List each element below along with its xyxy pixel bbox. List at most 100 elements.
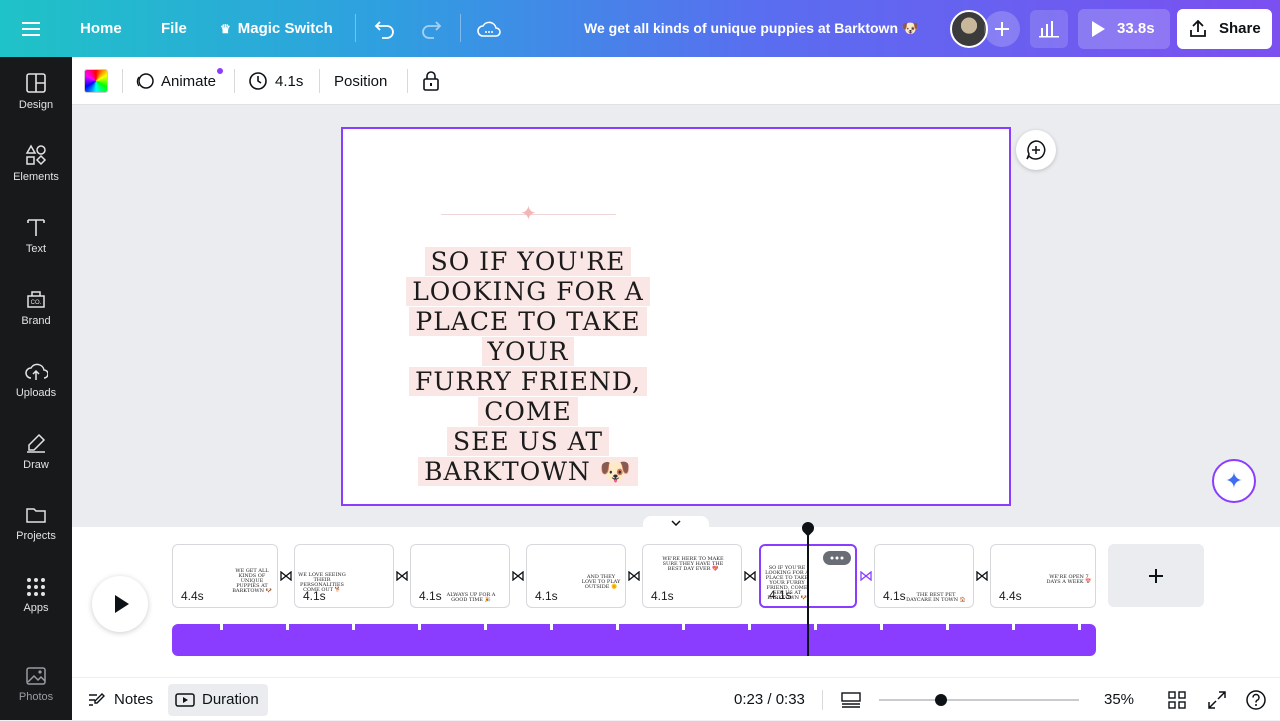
sidebar-item-projects[interactable]: Projects [0, 493, 72, 553]
toolbar-divider [234, 69, 235, 93]
timeline-page-thumbnail[interactable]: WE LOVE SEEING THEIR PERSONALITIES COME … [294, 544, 394, 608]
transition-icon[interactable] [743, 569, 757, 583]
add-page-button[interactable] [1108, 544, 1204, 607]
design-icon [26, 72, 46, 93]
slide-text-line: FURRY FRIEND, COME [408, 367, 647, 426]
transition-icon[interactable] [627, 569, 641, 583]
sidebar-item-photos[interactable]: Photos [0, 654, 72, 714]
slide-heading[interactable]: SO IF YOU'RE LOOKING FOR A PLACE TO TAKE… [373, 247, 683, 487]
avatar[interactable] [950, 0, 988, 57]
top-bar: Home File ♛ Magic Switch We get all kind… [0, 0, 1280, 57]
transition-icon[interactable] [511, 569, 525, 583]
timeline-page-thumbnail[interactable]: WE'RE OPEN 7 DAYS A WEEK 📅 4.4s [990, 544, 1096, 608]
timeline-page-thumbnail[interactable]: WE'RE HERE TO MAKE SURE THEY HAVE THE BE… [642, 544, 742, 608]
timeline-page-thumbnail[interactable]: ALWAYS UP FOR A GOOD TIME 🎉 4.1s [410, 544, 510, 608]
elements-icon [25, 143, 47, 165]
transition-icon[interactable] [395, 569, 409, 583]
present-duration: 33.8s [1117, 20, 1155, 37]
zoom-slider[interactable] [879, 678, 1079, 721]
sidebar-item-draw[interactable]: Draw [0, 421, 72, 481]
sidebar-item-label: Photos [18, 690, 54, 703]
chevron-down-icon [671, 520, 681, 526]
home-button[interactable]: Home [80, 0, 122, 57]
page-preview-text: THE BEST PET DAYCARE IN TOWN 🏠 [906, 592, 966, 603]
page-preview-text: ALWAYS UP FOR A GOOD TIME 🎉 [446, 592, 496, 603]
menu-icon[interactable] [22, 0, 42, 57]
insights-button[interactable] [1030, 0, 1068, 57]
duration-toggle-button[interactable]: Duration [168, 678, 268, 721]
present-button[interactable]: 33.8s [1078, 0, 1170, 57]
plus-icon [1149, 568, 1163, 583]
animate-button[interactable]: Animate [135, 57, 223, 105]
timeline-track-bar[interactable] [172, 624, 1096, 656]
help-icon[interactable] [1245, 678, 1267, 721]
grid-view-icon[interactable] [1168, 678, 1186, 721]
position-button[interactable]: Position [334, 57, 387, 105]
zoom-slider-thumb[interactable] [935, 694, 947, 706]
notes-icon [89, 692, 105, 706]
timeline-page-thumbnail[interactable]: THE BEST PET DAYCARE IN TOWN 🏠 4.1s [874, 544, 974, 608]
track-tick-marks [172, 624, 1096, 630]
page-preview-text: WE'RE HERE TO MAKE SURE THEY HAVE THE BE… [662, 556, 724, 572]
color-picker-button[interactable] [84, 57, 108, 105]
slide-text-line: SEE US AT [446, 427, 610, 456]
sidebar-item-label: Brand [21, 314, 51, 327]
sidebar-item-label: Uploads [15, 386, 57, 399]
page-preview-text: AND THEY LOVE TO PLAY OUTSIDE 🌞 [581, 574, 621, 590]
timing-button[interactable]: 4.1s [248, 57, 303, 105]
sidebar-item-uploads[interactable]: Uploads [0, 349, 72, 409]
notes-button[interactable]: Notes [88, 678, 153, 721]
transition-icon[interactable] [859, 569, 873, 583]
magic-switch-button[interactable]: ♛ Magic Switch [220, 0, 333, 57]
sidebar-item-design[interactable]: Design [0, 61, 72, 121]
magic-assistant-button[interactable]: ✦ [1212, 459, 1256, 503]
animate-label: Animate [161, 72, 217, 90]
sidebar-item-brand[interactable]: CO. Brand [0, 277, 72, 337]
timeline-page-thumbnail[interactable]: AND THEY LOVE TO PLAY OUTSIDE 🌞 4.1s [526, 544, 626, 608]
page-duration: 4.1s [535, 589, 558, 603]
sidebar-item-label: Draw [23, 458, 49, 471]
sparkles-icon: ✦ [1224, 468, 1244, 493]
page-view-icon[interactable] [841, 678, 861, 721]
transition-icon[interactable] [975, 569, 989, 583]
cloud-sync-icon[interactable] [477, 0, 501, 57]
color-swatch-icon [84, 69, 108, 93]
add-comment-button[interactable] [1016, 130, 1056, 170]
sidebar-item-label: Projects [16, 529, 56, 542]
add-collaborator-button[interactable] [984, 0, 1020, 57]
toolbar-divider [122, 69, 123, 93]
video-timeline-icon [175, 692, 195, 707]
sidebar-item-elements[interactable]: Elements [0, 133, 72, 193]
sidebar-item-apps[interactable]: Apps [0, 565, 72, 625]
share-label: Share [1219, 20, 1261, 37]
page-preview-text: WE GET ALL KINDS OF UNIQUE PUPPIES AT BA… [232, 568, 272, 594]
page-duration: 4.1s [419, 589, 442, 603]
collapse-timeline-button[interactable] [643, 516, 709, 530]
time-readout: 0:23 / 0:33 [734, 691, 805, 708]
share-button[interactable]: Share [1177, 0, 1272, 57]
undo-icon[interactable] [374, 0, 396, 57]
timeline-page-thumbnail[interactable]: WE GET ALL KINDS OF UNIQUE PUPPIES AT BA… [172, 544, 278, 608]
context-toolbar: Animate 4.1s Position [72, 57, 1280, 105]
duration-toggle-label: Duration [202, 691, 259, 708]
apps-icon [27, 577, 45, 596]
redo-icon[interactable] [420, 0, 442, 57]
playhead[interactable] [807, 527, 809, 656]
document-title[interactable]: We get all kinds of unique puppies at Ba… [584, 0, 919, 57]
share-icon [1190, 19, 1206, 37]
crown-icon: ♛ [220, 21, 231, 36]
plus-icon [984, 10, 1020, 47]
svg-text:CO.: CO. [31, 300, 42, 306]
sidebar-item-text[interactable]: Text [0, 205, 72, 265]
transition-icon[interactable] [279, 569, 293, 583]
lock-icon[interactable] [422, 57, 440, 105]
page-options-button[interactable] [823, 551, 851, 565]
fullscreen-icon[interactable] [1208, 678, 1226, 721]
play-timeline-button[interactable] [92, 576, 148, 632]
slide-text-line: LOOKING FOR A [406, 277, 650, 306]
zoom-level[interactable]: 35% [1104, 678, 1134, 721]
zoom-slider-track [879, 699, 1079, 701]
text-icon [27, 218, 45, 236]
brand-icon: CO. [27, 290, 45, 308]
file-menu-button[interactable]: File [161, 0, 187, 57]
